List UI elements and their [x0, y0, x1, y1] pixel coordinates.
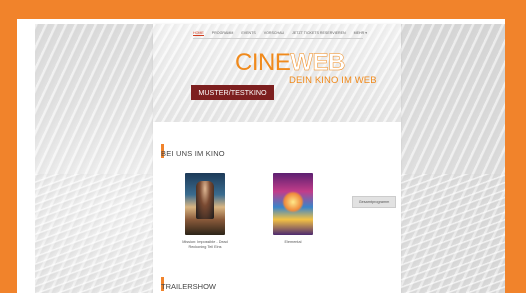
main-content: HOME PROGRAMM EVENTS VORSCHAU JETZT TICK…	[153, 24, 401, 293]
logo-cine: CINE	[235, 49, 291, 76]
trailer-heading: TRAILERSHOW	[161, 282, 217, 291]
movie-poster-elemental[interactable]	[273, 173, 313, 235]
movie-title[interactable]: Mission: Impossible - Dead Reckoning Tei…	[180, 240, 230, 249]
browser-viewport: i HOME PROGRAMM EVENTS VORSCHAU JETZT TI…	[17, 19, 505, 293]
nav-item-vorschau[interactable]: VORSCHAU	[264, 31, 284, 36]
site-header: HOME PROGRAMM EVENTS VORSCHAU JETZT TICK…	[153, 24, 401, 122]
movie-poster-mission-impossible[interactable]	[185, 173, 225, 235]
nav-item-tickets[interactable]: JETZT TICKETS RESERVIEREN	[292, 31, 346, 36]
nav-item-mehr-label: MEHR	[353, 31, 365, 35]
logo-web: WEB	[290, 49, 345, 76]
cinema-name-badge: MUSTER/TESTKINO	[191, 85, 274, 100]
nav-item-home[interactable]: HOME	[193, 31, 204, 36]
now-showing-heading: BEI UNS IM KINO	[161, 149, 225, 158]
nav-divider	[193, 38, 363, 39]
poster-figure	[196, 181, 214, 219]
main-navigation: HOME PROGRAMM EVENTS VORSCHAU JETZT TICK…	[193, 31, 367, 36]
caret-down-icon: ▾	[365, 31, 368, 35]
movie-title[interactable]: Elemental	[268, 240, 318, 245]
site-tagline: DEIN KINO IM WEB	[289, 75, 377, 86]
site-logo[interactable]: CINEWEB	[235, 49, 346, 76]
nav-item-programm[interactable]: PROGRAMM	[212, 31, 234, 36]
nav-item-events[interactable]: EVENTS	[241, 31, 255, 36]
full-program-button[interactable]: Gesamtprogramm	[352, 196, 396, 208]
poster-figure	[282, 191, 304, 213]
nav-item-mehr[interactable]: MEHR ▾	[354, 31, 367, 36]
